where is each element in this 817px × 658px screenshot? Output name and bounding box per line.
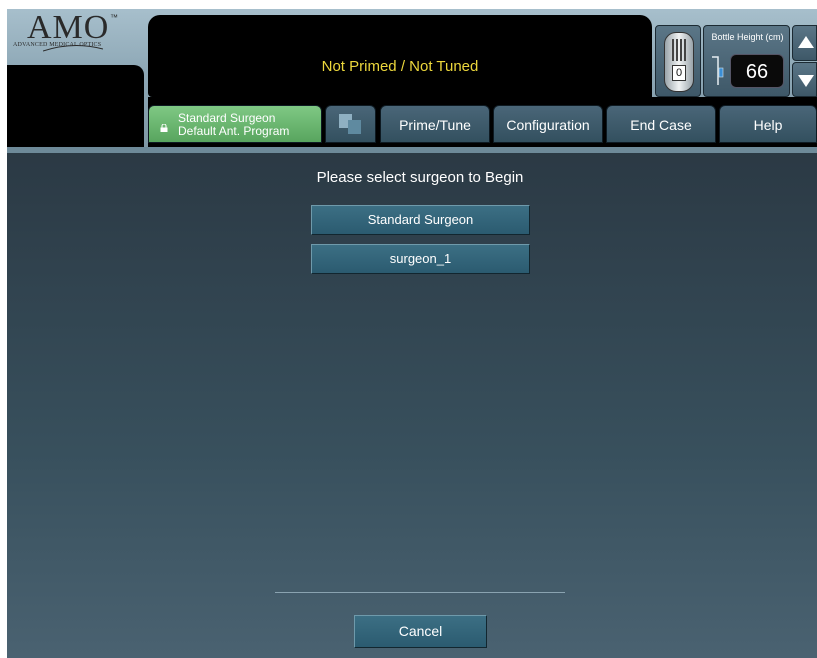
main-content: Please select surgeon to Begin Standard … bbox=[7, 147, 817, 658]
tab-configuration[interactable]: Configuration bbox=[493, 105, 603, 143]
copy-icon bbox=[339, 114, 361, 134]
tab-help[interactable]: Help bbox=[719, 105, 817, 143]
tab-prime-tune[interactable]: Prime/Tune bbox=[380, 105, 490, 143]
status-panel: Not Primed / Not Tuned bbox=[148, 15, 652, 97]
bottle-up-button[interactable] bbox=[792, 25, 817, 61]
tab-end-case[interactable]: End Case bbox=[606, 105, 716, 143]
logo-subtitle: ADVANCED MEDICAL OPTICS bbox=[13, 42, 102, 48]
counter-widget[interactable]: 0 bbox=[655, 25, 701, 97]
status-text: Not Primed / Not Tuned bbox=[321, 58, 479, 75]
bottle-height-widget: Bottle Height (cm) 66 bbox=[703, 25, 790, 97]
bottle-height-label: Bottle Height (cm) bbox=[711, 32, 784, 42]
logo-trademark: ™ bbox=[110, 13, 118, 22]
arrow-up-icon bbox=[798, 36, 814, 48]
app-window: AMO ™ ADVANCED MEDICAL OPTICS Not Primed… bbox=[7, 9, 817, 658]
left-black-panel bbox=[7, 65, 144, 147]
surgeon-prompt: Please select surgeon to Begin bbox=[316, 169, 524, 186]
surgeon-button-surgeon-1[interactable]: surgeon_1 bbox=[311, 244, 530, 274]
surgeon-button-standard[interactable]: Standard Surgeon bbox=[311, 205, 530, 235]
program-text: Standard Surgeon Default Ant. Program bbox=[178, 112, 289, 138]
bottle-height-value: 66 bbox=[730, 54, 784, 88]
cassette-drum-icon: 0 bbox=[664, 32, 694, 92]
program-name-label: Default Ant. Program bbox=[178, 124, 290, 138]
tab-surgeon-program[interactable]: Standard Surgeon Default Ant. Program bbox=[148, 105, 322, 143]
cancel-button[interactable]: Cancel bbox=[354, 615, 487, 648]
amo-logo: AMO ™ ADVANCED MEDICAL OPTICS bbox=[13, 9, 143, 57]
drum-bars bbox=[672, 39, 686, 61]
header-bar: AMO ™ ADVANCED MEDICAL OPTICS Not Primed… bbox=[7, 9, 817, 147]
arrow-down-icon bbox=[798, 75, 814, 87]
main-top-border bbox=[7, 147, 817, 153]
lock-icon bbox=[160, 124, 168, 132]
bottle-down-button[interactable] bbox=[792, 62, 817, 97]
bottle-gauge-icon bbox=[712, 56, 724, 85]
counter-value: 0 bbox=[672, 65, 686, 81]
tab-copy[interactable] bbox=[325, 105, 376, 143]
divider bbox=[275, 592, 565, 593]
